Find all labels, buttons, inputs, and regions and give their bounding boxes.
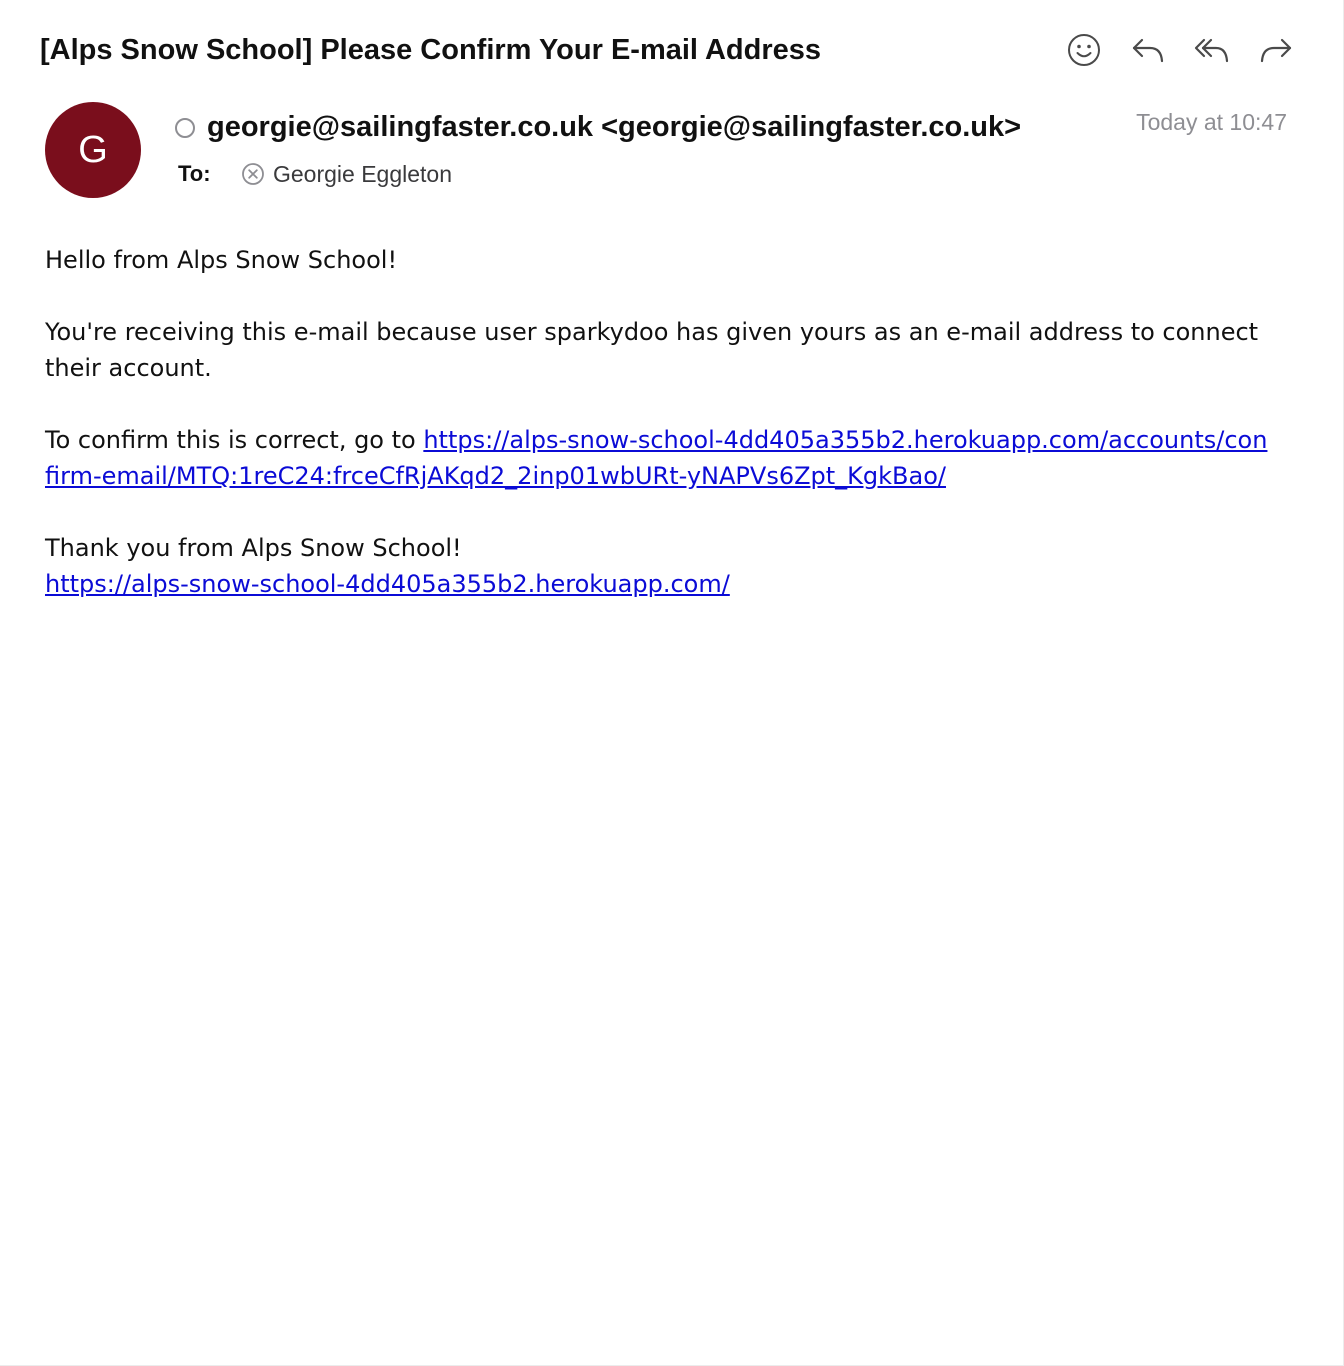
- email-timestamp: Today at 10:47: [1136, 109, 1287, 135]
- sender-address[interactable]: georgie@sailingfaster.co.uk <georgie@sai…: [207, 108, 1021, 146]
- sender-avatar[interactable]: G: [45, 102, 141, 198]
- avatar-initial: G: [78, 128, 108, 171]
- reply-all-icon[interactable]: [1190, 28, 1234, 72]
- notice-text: You're receiving this e-mail because use…: [45, 318, 1259, 382]
- message-toolbar: [1060, 28, 1310, 72]
- thanks-text: Thank you from Alps Snow School!: [45, 534, 462, 562]
- site-link[interactable]: https://alps-snow-school-4dd405a355b2.he…: [45, 570, 730, 598]
- smiley-face-icon[interactable]: [1062, 28, 1106, 72]
- email-subject: [Alps Snow School] Please Confirm Your E…: [40, 34, 822, 66]
- recipient-token[interactable]: Georgie Eggleton: [241, 159, 452, 189]
- confirm-paragraph: To confirm this is correct, go to https:…: [45, 422, 1275, 494]
- greeting-text: Hello from Alps Snow School!: [45, 246, 398, 274]
- email-body: Hello from Alps Snow School! You're rece…: [45, 242, 1275, 602]
- confirm-prefix-text: To confirm this is correct, go to: [45, 426, 424, 454]
- reply-icon[interactable]: [1126, 28, 1170, 72]
- email-viewer: [Alps Snow School] Please Confirm Your E…: [0, 0, 1344, 1366]
- forward-icon[interactable]: [1254, 28, 1298, 72]
- recipient-name: Georgie Eggleton: [273, 161, 453, 187]
- unread-status-icon[interactable]: [175, 118, 195, 138]
- closing-paragraph: Thank you from Alps Snow School! https:/…: [45, 530, 1275, 602]
- remove-recipient-icon[interactable]: [241, 162, 265, 186]
- to-label: To:: [178, 161, 211, 186]
